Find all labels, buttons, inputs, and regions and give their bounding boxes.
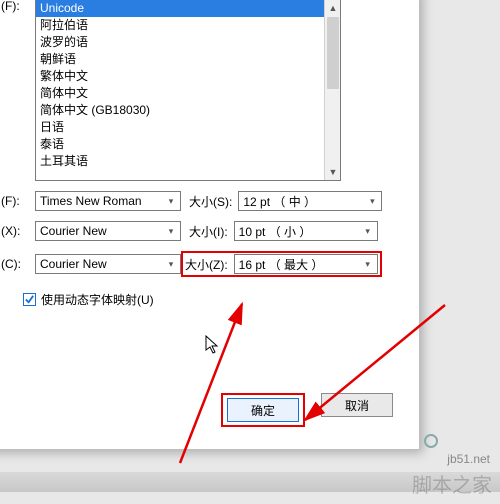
annotation-highlight-size-z: 大小(Z): 16 pt （ 最大 ） ▾ — [181, 251, 382, 277]
dynamic-font-mapping-checkbox[interactable] — [23, 293, 36, 306]
list-item[interactable]: 简体中文 — [36, 85, 340, 102]
size-select-z[interactable]: 16 pt （ 最大 ） ▾ — [234, 254, 378, 274]
dynamic-font-mapping-label: 使用动态字体映射(U) — [41, 291, 154, 308]
listbox-scrollbar[interactable]: ▲ ▼ — [324, 0, 340, 180]
font-select-f[interactable]: Times New Roman ▾ — [35, 191, 181, 211]
ok-button[interactable]: 确定 — [227, 398, 299, 422]
size-label: 大小(Z): — [185, 256, 228, 273]
scroll-thumb[interactable] — [327, 17, 339, 89]
list-item[interactable]: 日语 — [36, 119, 340, 136]
check-icon — [24, 294, 35, 305]
list-item[interactable]: 朝鲜语 — [36, 51, 340, 68]
list-item[interactable]: 泰语 — [36, 136, 340, 153]
size-label: 大小(S): — [189, 193, 232, 210]
font-select-c[interactable]: Courier New ▾ — [35, 254, 181, 274]
chevron-down-icon: ▾ — [164, 224, 178, 238]
font-row-label: (F): — [1, 194, 35, 208]
list-item[interactable]: 土耳其语 — [36, 153, 340, 170]
list-item[interactable]: 阿拉伯语 — [36, 17, 340, 34]
annotation-highlight-ok: 确定 — [221, 393, 305, 427]
font-row-label: (C): — [1, 257, 35, 271]
chevron-down-icon: ▾ — [164, 257, 178, 271]
list-item[interactable]: 简体中文 (GB18030) — [36, 102, 340, 119]
list-item[interactable]: Unicode — [36, 0, 340, 17]
chevron-down-icon: ▾ — [361, 257, 375, 271]
size-select-i[interactable]: 10 pt （ 小 ） ▾ — [234, 221, 378, 241]
font-settings-dialog: (F): Unicode 阿拉伯语 波罗的语 朝鲜语 繁体中文 简体中文 简体中… — [0, 0, 420, 450]
chevron-down-icon: ▾ — [164, 194, 178, 208]
combo-value: 10 pt （ 小 ） — [239, 223, 312, 240]
font-row-label: (X): — [1, 224, 35, 238]
combo-value: 12 pt （ 中 ） — [243, 193, 316, 210]
chevron-down-icon: ▾ — [361, 224, 375, 238]
combo-value: Courier New — [40, 257, 107, 271]
size-label: 大小(I): — [189, 223, 228, 240]
font-select-x[interactable]: Courier New ▾ — [35, 221, 181, 241]
scroll-down-icon[interactable]: ▼ — [325, 164, 341, 180]
watermark-url: jb51.net — [447, 452, 490, 466]
watermark-text: 脚本之家 — [412, 469, 492, 498]
combo-value: Times New Roman — [40, 194, 142, 208]
list-item[interactable]: 波罗的语 — [36, 34, 340, 51]
size-select-s[interactable]: 12 pt （ 中 ） ▾ — [238, 191, 382, 211]
language-listbox[interactable]: Unicode 阿拉伯语 波罗的语 朝鲜语 繁体中文 简体中文 简体中文 (GB… — [35, 0, 341, 181]
list-item[interactable]: 繁体中文 — [36, 68, 340, 85]
watermark-logo-icon — [424, 434, 438, 448]
cancel-button[interactable]: 取消 — [321, 393, 393, 417]
language-list-label: (F): — [1, 0, 35, 13]
scroll-up-icon[interactable]: ▲ — [325, 0, 341, 16]
combo-value: 16 pt （ 最大 ） — [239, 256, 324, 273]
chevron-down-icon: ▾ — [365, 194, 379, 208]
combo-value: Courier New — [40, 224, 107, 238]
